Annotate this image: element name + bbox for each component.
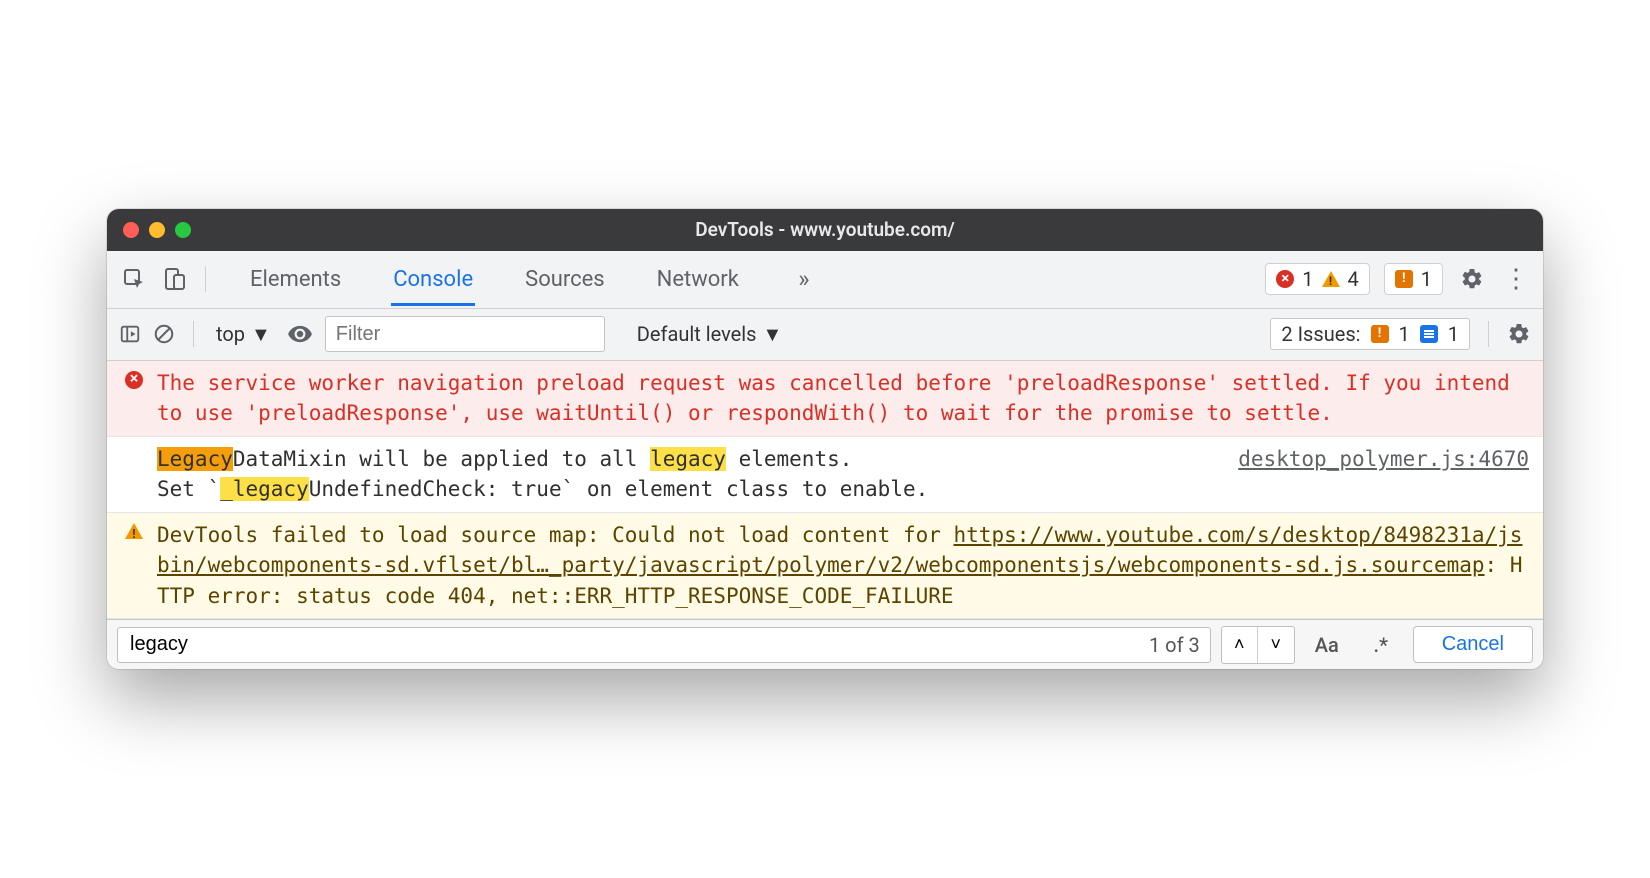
issues-label: 2 Issues: — [1281, 322, 1360, 346]
more-tabs-icon[interactable]: » — [789, 264, 819, 294]
find-highlight-current: Legacy — [157, 447, 233, 471]
tabbar-right: 1 4 1 ⋮ — [1265, 263, 1531, 295]
issue-icon — [1395, 270, 1413, 288]
tab-network[interactable]: Network — [655, 253, 741, 306]
find-cancel-button[interactable]: Cancel — [1413, 626, 1533, 663]
warning-message: DevTools failed to load source map: Coul… — [157, 520, 1529, 611]
find-input[interactable] — [128, 632, 1149, 657]
console-messages: The service worker navigation preload re… — [107, 361, 1543, 619]
match-case-toggle[interactable]: Aa — [1305, 627, 1349, 663]
divider — [193, 321, 194, 347]
console-row-log[interactable]: LegacyDataMixin will be applied to all l… — [107, 437, 1543, 513]
find-nav: ˄ ˅ — [1221, 626, 1295, 664]
row-gutter — [121, 444, 147, 505]
warning-icon — [1322, 271, 1340, 287]
find-highlight: _legacy — [220, 477, 309, 501]
levels-label: Default levels — [637, 322, 757, 346]
error-icon — [121, 368, 147, 429]
divider — [205, 266, 206, 292]
source-link[interactable]: desktop_polymer.js:4670 — [1238, 444, 1529, 474]
device-toolbar-icon[interactable] — [159, 264, 189, 294]
warning-icon — [121, 520, 147, 611]
console-toolbar: top ▼ Default levels ▼ 2 Issues: 1 1 — [107, 309, 1543, 361]
console-row-warning[interactable]: DevTools failed to load source map: Coul… — [107, 513, 1543, 619]
find-match-count: 1 of 3 — [1149, 633, 1200, 657]
error-icon — [1276, 270, 1294, 288]
issue-count-1: 1 — [1399, 322, 1410, 346]
issue-count: 1 — [1421, 267, 1432, 291]
maximize-window-button[interactable] — [175, 222, 191, 238]
toggle-sidebar-icon[interactable] — [119, 323, 141, 345]
find-bar: 1 of 3 ˄ ˅ Aa .* Cancel — [107, 619, 1543, 669]
filter-input[interactable] — [325, 316, 605, 352]
console-row-error[interactable]: The service worker navigation preload re… — [107, 361, 1543, 437]
find-prev-button[interactable]: ˄ — [1222, 627, 1258, 663]
log-message: LegacyDataMixin will be applied to all l… — [157, 444, 1529, 505]
error-warning-counts[interactable]: 1 4 — [1265, 263, 1370, 295]
kebab-menu-icon[interactable]: ⋮ — [1501, 264, 1531, 294]
clear-console-icon[interactable] — [153, 323, 175, 345]
window-title: DevTools - www.youtube.com/ — [107, 218, 1543, 241]
titlebar: DevTools - www.youtube.com/ — [107, 209, 1543, 251]
devtools-window: DevTools - www.youtube.com/ Elements Con… — [107, 209, 1543, 669]
dropdown-icon: ▼ — [762, 322, 782, 347]
error-message: The service worker navigation preload re… — [157, 368, 1529, 429]
close-window-button[interactable] — [123, 222, 139, 238]
issues-count[interactable]: 1 — [1384, 263, 1443, 295]
panel-tabs: Elements Console Sources Network » — [248, 253, 819, 306]
warning-count: 4 — [1348, 267, 1359, 291]
execution-context-select[interactable]: top ▼ — [212, 320, 275, 349]
issue-icon — [1371, 325, 1389, 343]
tab-console[interactable]: Console — [391, 253, 475, 306]
error-count: 1 — [1302, 267, 1313, 291]
traffic-lights — [123, 222, 191, 238]
context-label: top — [216, 322, 245, 346]
tab-elements[interactable]: Elements — [248, 253, 343, 306]
issue-count-2: 1 — [1448, 322, 1459, 346]
find-highlight: legacy — [650, 447, 726, 471]
dropdown-icon: ▼ — [251, 322, 271, 347]
panel-tabbar: Elements Console Sources Network » 1 4 1… — [107, 251, 1543, 309]
info-icon — [1420, 325, 1438, 343]
minimize-window-button[interactable] — [149, 222, 165, 238]
settings-icon[interactable] — [1457, 264, 1487, 294]
find-input-wrapper: 1 of 3 — [117, 627, 1211, 663]
divider — [1488, 321, 1489, 347]
tab-sources[interactable]: Sources — [523, 253, 607, 306]
issues-toolbar-box[interactable]: 2 Issues: 1 1 — [1270, 318, 1470, 350]
live-expression-icon[interactable] — [287, 321, 313, 347]
console-settings-icon[interactable] — [1507, 322, 1531, 346]
log-levels-select[interactable]: Default levels ▼ — [637, 322, 782, 347]
find-next-button[interactable]: ˅ — [1258, 627, 1294, 663]
regex-toggle[interactable]: .* — [1359, 627, 1403, 663]
inspect-element-icon[interactable] — [119, 264, 149, 294]
